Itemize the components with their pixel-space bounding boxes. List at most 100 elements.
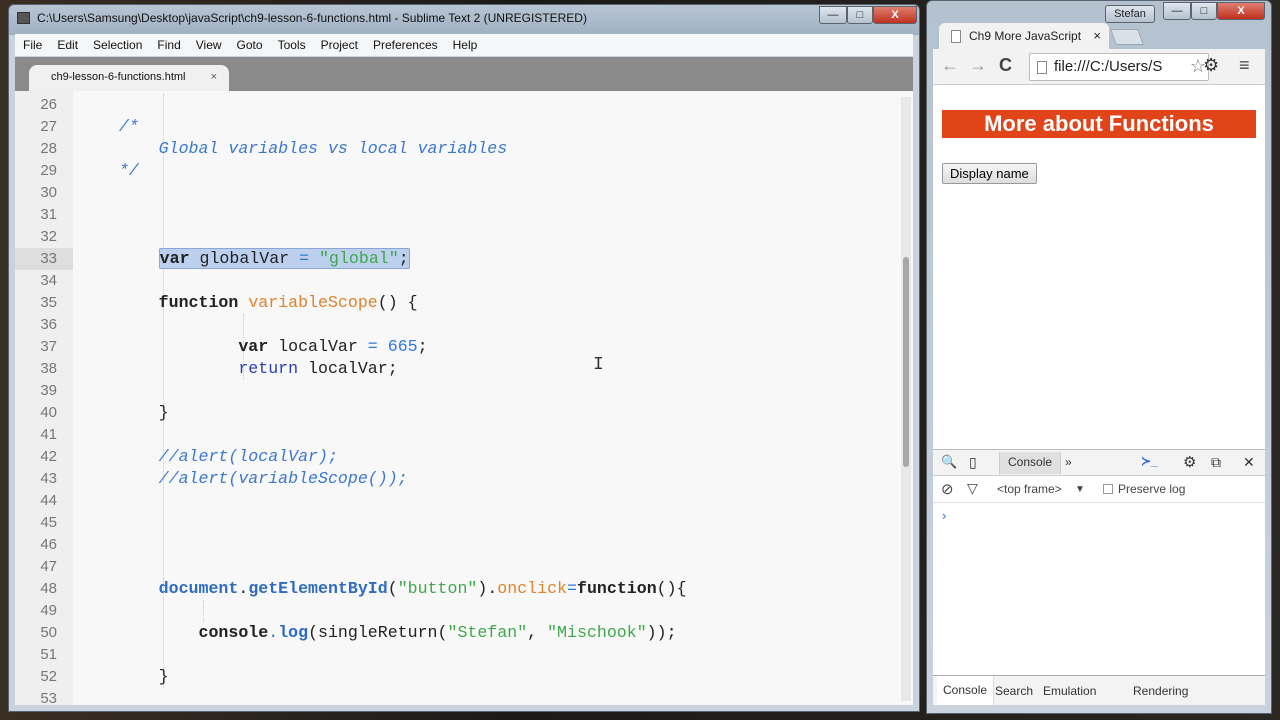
display-name-button[interactable]: Display name	[942, 163, 1037, 184]
drawer-tab-search[interactable]: Search	[995, 684, 1033, 698]
console-drawer-icon[interactable]: ≻_	[1141, 454, 1158, 468]
code-line[interactable]: 43 //alert(variableScope());	[15, 468, 905, 490]
frame-dropdown-arrow-icon[interactable]: ▼	[1075, 484, 1085, 495]
device-mode-icon[interactable]: ▯	[969, 454, 977, 471]
code-line[interactable]: 40 }	[15, 402, 905, 424]
preserve-log-label: Preserve log	[1118, 482, 1186, 496]
line-number: 42	[40, 448, 57, 465]
browser-tab[interactable]: Ch9 More JavaScript ×	[939, 23, 1109, 51]
code-line[interactable]: 51	[15, 644, 905, 666]
file-tab[interactable]: ch9-lesson-6-functions.html ×	[29, 65, 229, 91]
code-text: }	[79, 666, 169, 688]
close-devtools-icon[interactable]: ✕	[1243, 454, 1255, 471]
drawer-tab-emulation[interactable]: Emulation	[1043, 684, 1096, 698]
scrollbar-thumb[interactable]	[903, 257, 909, 467]
code-line[interactable]: 39	[15, 380, 905, 402]
minimize-button[interactable]: —	[1163, 2, 1191, 20]
close-tab-icon[interactable]: ×	[1093, 28, 1101, 43]
checkbox-icon[interactable]	[1103, 484, 1113, 494]
preserve-log-checkbox[interactable]: Preserve log	[1103, 482, 1185, 496]
code-line[interactable]: 31	[15, 204, 905, 226]
menu-tools[interactable]: Tools	[278, 38, 306, 52]
code-line[interactable]: 37 var localVar = 665;	[15, 336, 905, 358]
maximize-button[interactable]: □	[1191, 2, 1217, 20]
code-line[interactable]: 52 }	[15, 666, 905, 688]
code-token: "Mischook"	[547, 623, 647, 642]
close-button[interactable]: X	[1217, 2, 1265, 20]
code-line[interactable]: 38 return localVar;	[15, 358, 905, 380]
line-number: 49	[40, 602, 57, 619]
menu-goto[interactable]: Goto	[237, 38, 263, 52]
reload-icon[interactable]: C	[999, 55, 1012, 76]
code-line[interactable]: 27 /*	[15, 116, 905, 138]
code-line[interactable]: 30	[15, 182, 905, 204]
code-line[interactable]: 44	[15, 490, 905, 512]
menu-project[interactable]: Project	[321, 38, 358, 52]
filter-icon[interactable]: ▽	[967, 480, 978, 497]
settings-gear-icon[interactable]: ⚙	[1203, 55, 1219, 76]
back-icon[interactable]: ←	[941, 55, 959, 76]
maximize-button[interactable]: □	[847, 6, 873, 24]
code-line[interactable]: 45	[15, 512, 905, 534]
vertical-scrollbar[interactable]	[901, 97, 911, 701]
menu-preferences[interactable]: Preferences	[373, 38, 438, 52]
menu-find[interactable]: Find	[157, 38, 180, 52]
code-line[interactable]: 33 var globalVar = "global";	[15, 248, 905, 270]
code-line[interactable]: 42 //alert(localVar);	[15, 446, 905, 468]
close-tab-icon[interactable]: ×	[211, 71, 217, 83]
code-line[interactable]: 29 */	[15, 160, 905, 182]
menu-edit[interactable]: Edit	[57, 38, 78, 52]
window-title: C:\Users\Samsung\Desktop\javaScript\ch9-…	[37, 11, 587, 25]
close-button[interactable]: X	[873, 6, 917, 24]
clear-console-icon[interactable]: ⊘	[941, 480, 954, 498]
settings-gear-icon[interactable]: ⚙	[1183, 453, 1196, 471]
code-line[interactable]: 48 document.getElementById("button").onc…	[15, 578, 905, 600]
address-bar[interactable]: file:///C:/Users/S ☆	[1029, 53, 1209, 81]
code-token: console	[198, 623, 269, 642]
line-number: 43	[40, 470, 57, 487]
code-token: function	[158, 293, 239, 312]
code-line[interactable]: 32	[15, 226, 905, 248]
menu-view[interactable]: View	[196, 38, 222, 52]
line-number: 31	[40, 206, 57, 223]
profile-button[interactable]: Stefan	[1105, 5, 1155, 23]
console-filter-bar: ⊘ ▽ <top frame> ▼ Preserve log	[933, 477, 1265, 503]
code-line[interactable]: 53	[15, 688, 905, 705]
code-line[interactable]: 47	[15, 556, 905, 578]
frame-selector[interactable]: <top frame>	[997, 482, 1062, 496]
forward-icon[interactable]: →	[969, 55, 987, 76]
minimize-button[interactable]: —	[819, 6, 847, 24]
console-prompt[interactable]: ›	[942, 508, 946, 523]
code-editor[interactable]: 26 27 /* 28 Global variables vs local vari…	[15, 91, 913, 705]
code-line[interactable]: 34	[15, 270, 905, 292]
code-line[interactable]: 28 Global variables vs local variables	[15, 138, 905, 160]
code-token: =	[567, 579, 577, 598]
code-token: () {	[377, 293, 418, 312]
line-number: 28	[40, 140, 57, 157]
code-line[interactable]: 49	[15, 600, 905, 622]
drawer-tab-console[interactable]: Console	[937, 676, 995, 705]
inspect-search-icon[interactable]: 🔍	[941, 454, 957, 470]
code-line[interactable]: 26	[15, 94, 905, 116]
menu-icon[interactable]: ≡	[1239, 55, 1250, 76]
code-line[interactable]: 50 console.log(singleReturn("Stefan", "M…	[15, 622, 905, 644]
code-line[interactable]: 46	[15, 534, 905, 556]
new-tab-button[interactable]	[1110, 29, 1144, 45]
menu-selection[interactable]: Selection	[93, 38, 142, 52]
code-line[interactable]: 36	[15, 314, 905, 336]
drawer-tab-rendering[interactable]: Rendering	[1133, 684, 1188, 698]
code-token: ));	[646, 623, 677, 642]
dock-side-icon[interactable]: ⧉	[1211, 454, 1221, 471]
sublime-app-icon	[17, 12, 30, 24]
code-line[interactable]: 35 function variableScope() {	[15, 292, 905, 314]
line-number: 52	[40, 668, 57, 685]
menu-file[interactable]: File	[23, 38, 42, 52]
code-token: var	[238, 337, 269, 356]
more-tabs-icon[interactable]: »	[1065, 455, 1072, 469]
code-token: (	[387, 579, 398, 598]
menu-help[interactable]: Help	[453, 38, 478, 52]
code-line[interactable]: 41	[15, 424, 905, 446]
tab-console[interactable]: Console	[999, 452, 1062, 474]
